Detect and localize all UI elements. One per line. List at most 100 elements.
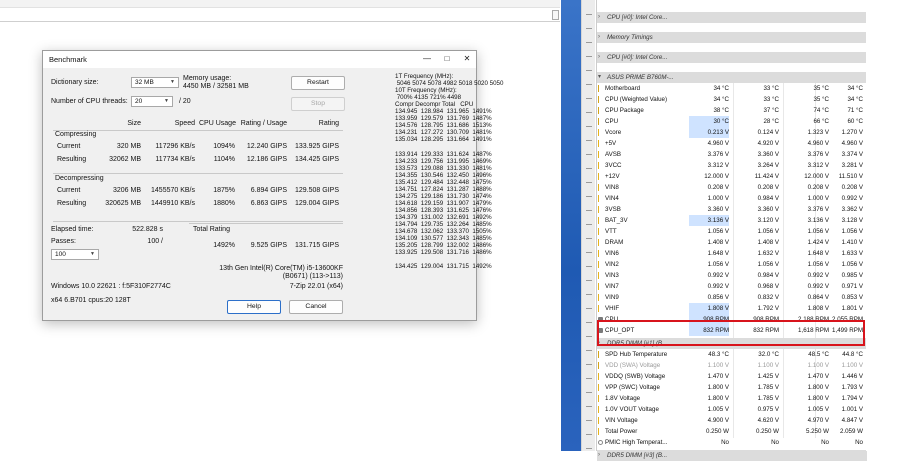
sensor-group[interactable]: › DDR5 DIMM [#3] (B... bbox=[597, 450, 867, 461]
sensor-row[interactable]: AVSB 3.376 V 3.360 V 3.376 V 3.374 V bbox=[597, 149, 867, 160]
sensor-row[interactable]: VPP (SWC) Voltage 1.800 V 1.785 V 1.800 V 1.… bbox=[597, 382, 867, 393]
cancel-button[interactable]: Cancel bbox=[289, 300, 343, 314]
sensor-group[interactable]: › CPU [#0]: Intel Core... bbox=[597, 52, 867, 63]
comp-current-usage: 1094% bbox=[213, 143, 235, 150]
sensor-row[interactable]: VIN9 0.856 V 0.832 V 0.864 V 0.853 V bbox=[597, 292, 867, 303]
restart-button[interactable]: Restart bbox=[291, 76, 345, 90]
sensor-label: VDDQ (SWB) Voltage bbox=[605, 373, 666, 380]
chevron-down-icon: ▼ bbox=[90, 251, 95, 257]
sensor-average: No bbox=[855, 439, 863, 446]
track-tick bbox=[586, 210, 592, 211]
sensor-row[interactable]: CPU (Weighted Value) 34 °C 33 °C 35 °C 34 °C bbox=[597, 94, 867, 105]
sensor-group[interactable]: ▾ ASUS PRIME B760M-... bbox=[597, 72, 867, 83]
sensor-row[interactable]: BAT_3V 3.136 V 3.120 V 3.136 V 3.128 V bbox=[597, 215, 867, 226]
minimize-icon[interactable]: — bbox=[421, 53, 433, 65]
sensor-label: Total Power bbox=[605, 428, 638, 435]
header-rating: Rating bbox=[318, 120, 339, 127]
voltage-icon bbox=[598, 173, 603, 180]
sensor-minimum: 37 °C bbox=[763, 107, 779, 114]
sensor-row[interactable]: DRAM 1.408 V 1.408 V 1.424 V 1.410 V bbox=[597, 237, 867, 248]
track-tick bbox=[586, 364, 592, 365]
comp-current-size: 320 MB bbox=[116, 143, 141, 150]
sensor-label: VPP (SWC) Voltage bbox=[605, 384, 660, 391]
sensor-average: 1.001 V bbox=[841, 406, 863, 413]
sensor-row[interactable]: Motherboard 34 °C 33 °C 35 °C 34 °C bbox=[597, 83, 867, 94]
sensor-current: 1.808 V bbox=[689, 303, 729, 314]
background-field-button[interactable] bbox=[552, 10, 559, 20]
sensor-row[interactable]: CPU 30 °C 28 °C 66 °C 60 °C bbox=[597, 116, 867, 127]
sensor-group[interactable]: › Memory Timings bbox=[597, 32, 867, 43]
sensor-row[interactable]: VIN8 0.208 V 0.208 V 0.208 V 0.208 V bbox=[597, 182, 867, 193]
thermometer-icon bbox=[598, 362, 603, 369]
sensor-row[interactable]: 1.0V VOUT Voltage 1.005 V 0.975 V 1.005 V 1.… bbox=[597, 404, 867, 415]
memory-usage-label: Memory usage: bbox=[183, 75, 232, 82]
sensor-row[interactable]: VDD (SWA) Voltage 1.100 V 1.100 V 1.100 V 1.… bbox=[597, 360, 867, 371]
sensor-row[interactable]: VTT 1.056 V 1.056 V 1.056 V 1.056 V bbox=[597, 226, 867, 237]
sensor-minimum: 1.632 V bbox=[757, 250, 779, 257]
scroll-track[interactable] bbox=[581, 0, 595, 451]
sensor-label: +5V bbox=[605, 140, 617, 147]
sensor-current: 1.056 V bbox=[707, 228, 729, 235]
sensor-row[interactable]: 3VCC 3.312 V 3.264 V 3.312 V 3.281 V bbox=[597, 160, 867, 171]
sensor-row[interactable]: CPU Package 38 °C 37 °C 74 °C 71 °C bbox=[597, 105, 867, 116]
dictionary-size-select[interactable]: 32 MB ▼ bbox=[131, 77, 179, 88]
stop-button[interactable]: Stop bbox=[291, 97, 345, 111]
sensor-row[interactable]: VDDQ (SWB) Voltage 1.470 V 1.425 V 1.470 V1… bbox=[597, 371, 867, 382]
sensor-group-label: Memory Timings bbox=[607, 34, 653, 41]
sensor-minimum: 32.0 °C bbox=[758, 351, 779, 358]
chevron-down-icon[interactable]: ▾ bbox=[598, 72, 601, 83]
sensor-row[interactable]: Total Power 0.250 W 0.250 W 5.250 W 2.059 W bbox=[597, 426, 867, 437]
passes-value: 100 / bbox=[147, 238, 163, 245]
sensor-row[interactable]: 1.8V Voltage 1.800 V 1.785 V 1.800 V 1.794 V bbox=[597, 393, 867, 404]
sensor-minimum: 1.408 V bbox=[757, 239, 779, 246]
sensor-minimum: 0.975 V bbox=[757, 406, 779, 413]
header-rating-usage: Rating / Usage bbox=[240, 120, 287, 127]
background-input[interactable] bbox=[0, 8, 560, 22]
sensor-row[interactable]: VIN2 1.056 V 1.056 V 1.056 V 1.056 V bbox=[597, 259, 867, 270]
dec-current-rating: 129.508 GIPS bbox=[295, 187, 339, 194]
sensor-label: VIN7 bbox=[605, 283, 619, 290]
voltage-icon bbox=[598, 294, 603, 301]
arch-info: x64 6.B701 cpus:20 128T bbox=[51, 297, 131, 304]
voltage-icon bbox=[598, 151, 603, 158]
sensor-row[interactable]: VIN4 1.000 V 0.984 V 1.000 V 0.992 V bbox=[597, 193, 867, 204]
cpu-threads-select[interactable]: 20 ▼ bbox=[131, 96, 173, 107]
sensor-average: 0.985 V bbox=[841, 272, 863, 279]
chevron-right-icon[interactable]: › bbox=[598, 52, 600, 63]
sensor-average: 4.960 V bbox=[841, 140, 863, 147]
sensor-row[interactable]: VIN7 0.992 V 0.968 V 0.992 V 0.971 V bbox=[597, 281, 867, 292]
sensor-row[interactable]: 3VSB 3.360 V 3.360 V 3.376 V 3.362 V bbox=[597, 204, 867, 215]
sensor-label: VIN3 bbox=[605, 272, 619, 279]
comp-current-rating: 133.925 GIPS bbox=[295, 143, 339, 150]
sensor-row[interactable]: +5V 4.960 V 4.920 V 4.960 V 4.960 V bbox=[597, 138, 867, 149]
sensor-minimum: 3.120 V bbox=[757, 217, 779, 224]
highlight-box bbox=[597, 320, 865, 346]
chevron-right-icon[interactable]: › bbox=[598, 32, 600, 43]
close-icon[interactable]: ✕ bbox=[461, 53, 473, 65]
sensor-group[interactable]: › CPU [#0]: Intel Core... bbox=[597, 12, 867, 23]
sensor-row[interactable]: VIN3 0.992 V 0.984 V 0.992 V 0.985 V bbox=[597, 270, 867, 281]
maximize-icon[interactable]: □ bbox=[441, 53, 453, 65]
sensor-label: CPU bbox=[605, 118, 619, 125]
sensor-minimum: 1.792 V bbox=[757, 305, 779, 312]
sensor-average: 3.128 V bbox=[841, 217, 863, 224]
chevron-right-icon[interactable]: › bbox=[598, 450, 600, 461]
sensor-row[interactable]: +12V 12.000 V 11.424 V 12.000 V 11.510 V bbox=[597, 171, 867, 182]
total-usage: 1492% bbox=[213, 242, 235, 249]
passes-select[interactable]: 100 ▼ bbox=[51, 249, 99, 260]
sensor-row[interactable]: Vcore 0.213 V 0.124 V 1.323 V 1.270 V bbox=[597, 127, 867, 138]
cpu-name: 13th Gen Intel(R) Core(TM) i5-13600KF bbox=[219, 265, 343, 272]
status-icon bbox=[598, 440, 603, 445]
sensor-group-label: CPU [#0]: Intel Core... bbox=[607, 14, 668, 21]
chevron-right-icon[interactable]: › bbox=[598, 12, 600, 23]
sensor-row[interactable]: PMIC High Temperat... No No No No bbox=[597, 437, 867, 448]
sensor-row[interactable]: VIN6 1.648 V 1.632 V 1.648 V 1.633 V bbox=[597, 248, 867, 259]
sensor-row[interactable]: VIN Voltage 4.900 V 4.620 V 4.970 V 4.847 V bbox=[597, 415, 867, 426]
track-tick bbox=[586, 224, 592, 225]
sensor-row[interactable]: VHIF 1.808 V 1.792 V 1.808 V 1.801 V bbox=[597, 303, 867, 314]
help-button[interactable]: Help bbox=[227, 300, 281, 314]
thermometer-icon bbox=[598, 96, 603, 103]
sensor-average: 3.281 V bbox=[841, 162, 863, 169]
sensor-row[interactable]: SPD Hub Temperature 48.3 °C 32.0 °C 48.5 °C… bbox=[597, 349, 867, 360]
sensor-average: 0.853 V bbox=[841, 294, 863, 301]
